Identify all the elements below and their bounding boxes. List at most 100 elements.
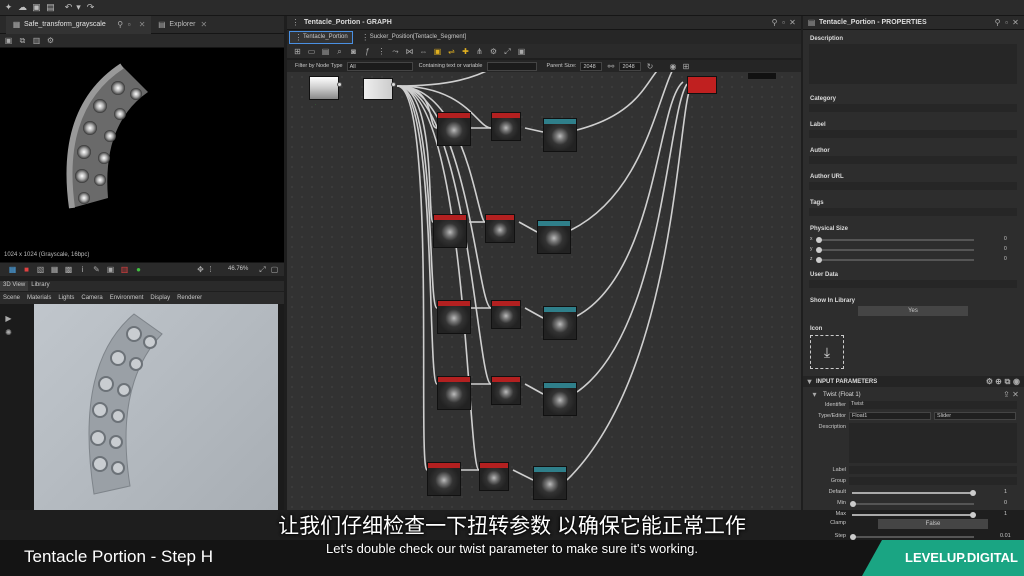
camera-icon[interactable]: ▶ [4, 314, 13, 323]
blend-node-2[interactable] [485, 214, 515, 243]
color-icon[interactable]: ■ [22, 265, 31, 274]
close-icon[interactable]: ✕ [201, 20, 208, 29]
settings-icon[interactable]: ⚙ [46, 36, 55, 45]
zoom-level[interactable]: 46.76% [228, 266, 248, 272]
view2d-canvas[interactable]: 1024 x 1024 (Grayscale, 16bpc) [0, 48, 284, 262]
blend-node-5[interactable] [479, 462, 509, 491]
align-icon[interactable]: ⋮ [377, 47, 386, 56]
param-description-field[interactable] [849, 423, 1017, 463]
undo-icon[interactable]: ↶ [64, 3, 73, 12]
transform-node-1[interactable] [437, 112, 471, 146]
channels-icon[interactable]: ▦ [8, 265, 17, 274]
close-icon[interactable]: ✕ [139, 20, 146, 29]
save-all-icon[interactable]: ▤ [46, 3, 55, 12]
axis-z-knob[interactable] [816, 257, 822, 263]
highlight-icon[interactable]: ▣ [433, 47, 442, 56]
grid-icon[interactable]: ▦ [50, 265, 59, 274]
param-header[interactable]: ▾ Twist (Float 1) ⇪ ✕ [810, 390, 1020, 399]
menu-scene[interactable]: Scene [3, 295, 20, 301]
display-icon[interactable]: ▣ [106, 265, 115, 274]
fullscreen-icon[interactable]: ▢ [270, 265, 279, 274]
menu-materials[interactable]: Materials [27, 295, 51, 301]
move-icon[interactable]: ✥ [196, 265, 205, 274]
containing-select[interactable] [486, 61, 537, 71]
comment-icon[interactable]: ▤ [321, 47, 330, 56]
filter-select[interactable]: All [346, 61, 413, 71]
fit-icon[interactable]: ⤢ [258, 265, 267, 274]
editor-select[interactable]: Slider [934, 412, 1016, 420]
group-field[interactable] [849, 477, 1017, 485]
menu-renderer[interactable]: Renderer [177, 295, 202, 301]
menu-camera[interactable]: Camera [81, 295, 102, 301]
size-select[interactable]: 2048 [619, 61, 642, 71]
identifier-field[interactable]: Twist [849, 401, 1017, 409]
float-icon[interactable]: ▫ [779, 18, 788, 27]
link-icon[interactable]: ⧉ [1003, 377, 1012, 386]
spread-icon[interactable]: ⇔ [419, 47, 428, 56]
tab-3d-view[interactable]: 3D View [0, 281, 29, 291]
output-port[interactable] [391, 82, 396, 87]
float-icon[interactable]: ▫ [1002, 18, 1011, 27]
frame-icon[interactable]: ▭ [307, 47, 316, 56]
copy-icon[interactable]: ⧉ [18, 36, 27, 45]
save-icon[interactable]: ▣ [4, 36, 13, 45]
input-node-1[interactable] [309, 76, 339, 100]
menu-display[interactable]: Display [150, 295, 170, 301]
float-icon[interactable]: ▫ [125, 20, 134, 29]
user-data-field[interactable] [809, 280, 1017, 288]
min-slider[interactable] [852, 503, 974, 505]
output-node-red[interactable] [687, 76, 717, 94]
blend-node-1[interactable] [491, 112, 521, 141]
options-icon[interactable]: ⊞ [681, 62, 690, 71]
gear-icon[interactable]: ⚙ [985, 377, 994, 386]
export-icon[interactable]: ▥ [32, 36, 41, 45]
dots-icon[interactable]: ⁞ [206, 265, 215, 274]
axis-x-slider[interactable] [818, 239, 974, 241]
output-node-3[interactable] [543, 306, 577, 340]
default-knob[interactable] [970, 490, 976, 496]
output-node-2[interactable] [537, 220, 571, 254]
tab-tentacle-portion[interactable]: ⋮ Tentacle_Portion [289, 30, 353, 44]
axis-x-knob[interactable] [816, 237, 822, 243]
screenshot-icon[interactable]: ◙ [349, 47, 358, 56]
eye-icon[interactable]: ◉ [1012, 377, 1021, 386]
output-node-4[interactable] [543, 382, 577, 416]
gear-icon[interactable]: ⚙ [489, 47, 498, 56]
node-icon[interactable]: ⊞ [293, 47, 302, 56]
tags-field[interactable] [809, 208, 1017, 216]
icon-drop-zone[interactable]: ⤓ [810, 335, 844, 369]
tile-icon[interactable]: ▩ [64, 265, 73, 274]
output-node-5[interactable] [533, 466, 567, 500]
author-field[interactable] [809, 156, 1017, 164]
parent-size-select[interactable]: 2048 [580, 61, 603, 71]
transform-node-4[interactable] [437, 376, 471, 410]
default-slider[interactable] [852, 492, 974, 494]
save-icon[interactable]: ▣ [32, 3, 41, 12]
tab-explorer[interactable]: ▤ Explorer ✕ [151, 16, 213, 34]
python-icon[interactable]: ✚ [461, 47, 470, 56]
open-icon[interactable]: ☁ [18, 3, 27, 12]
blend-node-4[interactable] [491, 376, 521, 405]
light-icon[interactable]: ✺ [4, 328, 13, 337]
delete-icon[interactable]: ✕ [1011, 390, 1020, 399]
min-knob[interactable] [850, 501, 856, 507]
checker-icon[interactable]: ▧ [36, 265, 45, 274]
show-in-library-toggle[interactable]: Yes [858, 306, 968, 316]
refresh-icon[interactable]: ↻ [645, 62, 654, 71]
description-field[interactable] [809, 44, 1017, 84]
new-icon[interactable]: ✦ [4, 3, 13, 12]
redo-icon[interactable]: ↷ [86, 3, 95, 12]
blend-node-3[interactable] [491, 300, 521, 329]
snap-icon[interactable]: ⋔ [475, 47, 484, 56]
pen-icon[interactable]: ✎ [92, 265, 101, 274]
link-size-icon[interactable]: ⚯ [606, 62, 615, 71]
close-icon[interactable]: ✕ [1011, 18, 1020, 27]
menu-environment[interactable]: Environment [110, 295, 144, 301]
histogram-icon[interactable]: ▥ [120, 265, 129, 274]
view-icon[interactable]: ◉ [668, 62, 677, 71]
output-node-1[interactable] [543, 118, 577, 152]
category-field[interactable] [809, 104, 1017, 112]
connect-icon[interactable]: ⤳ [391, 47, 400, 56]
transform-node-5[interactable] [427, 462, 461, 496]
info-icon[interactable]: i [78, 265, 87, 274]
